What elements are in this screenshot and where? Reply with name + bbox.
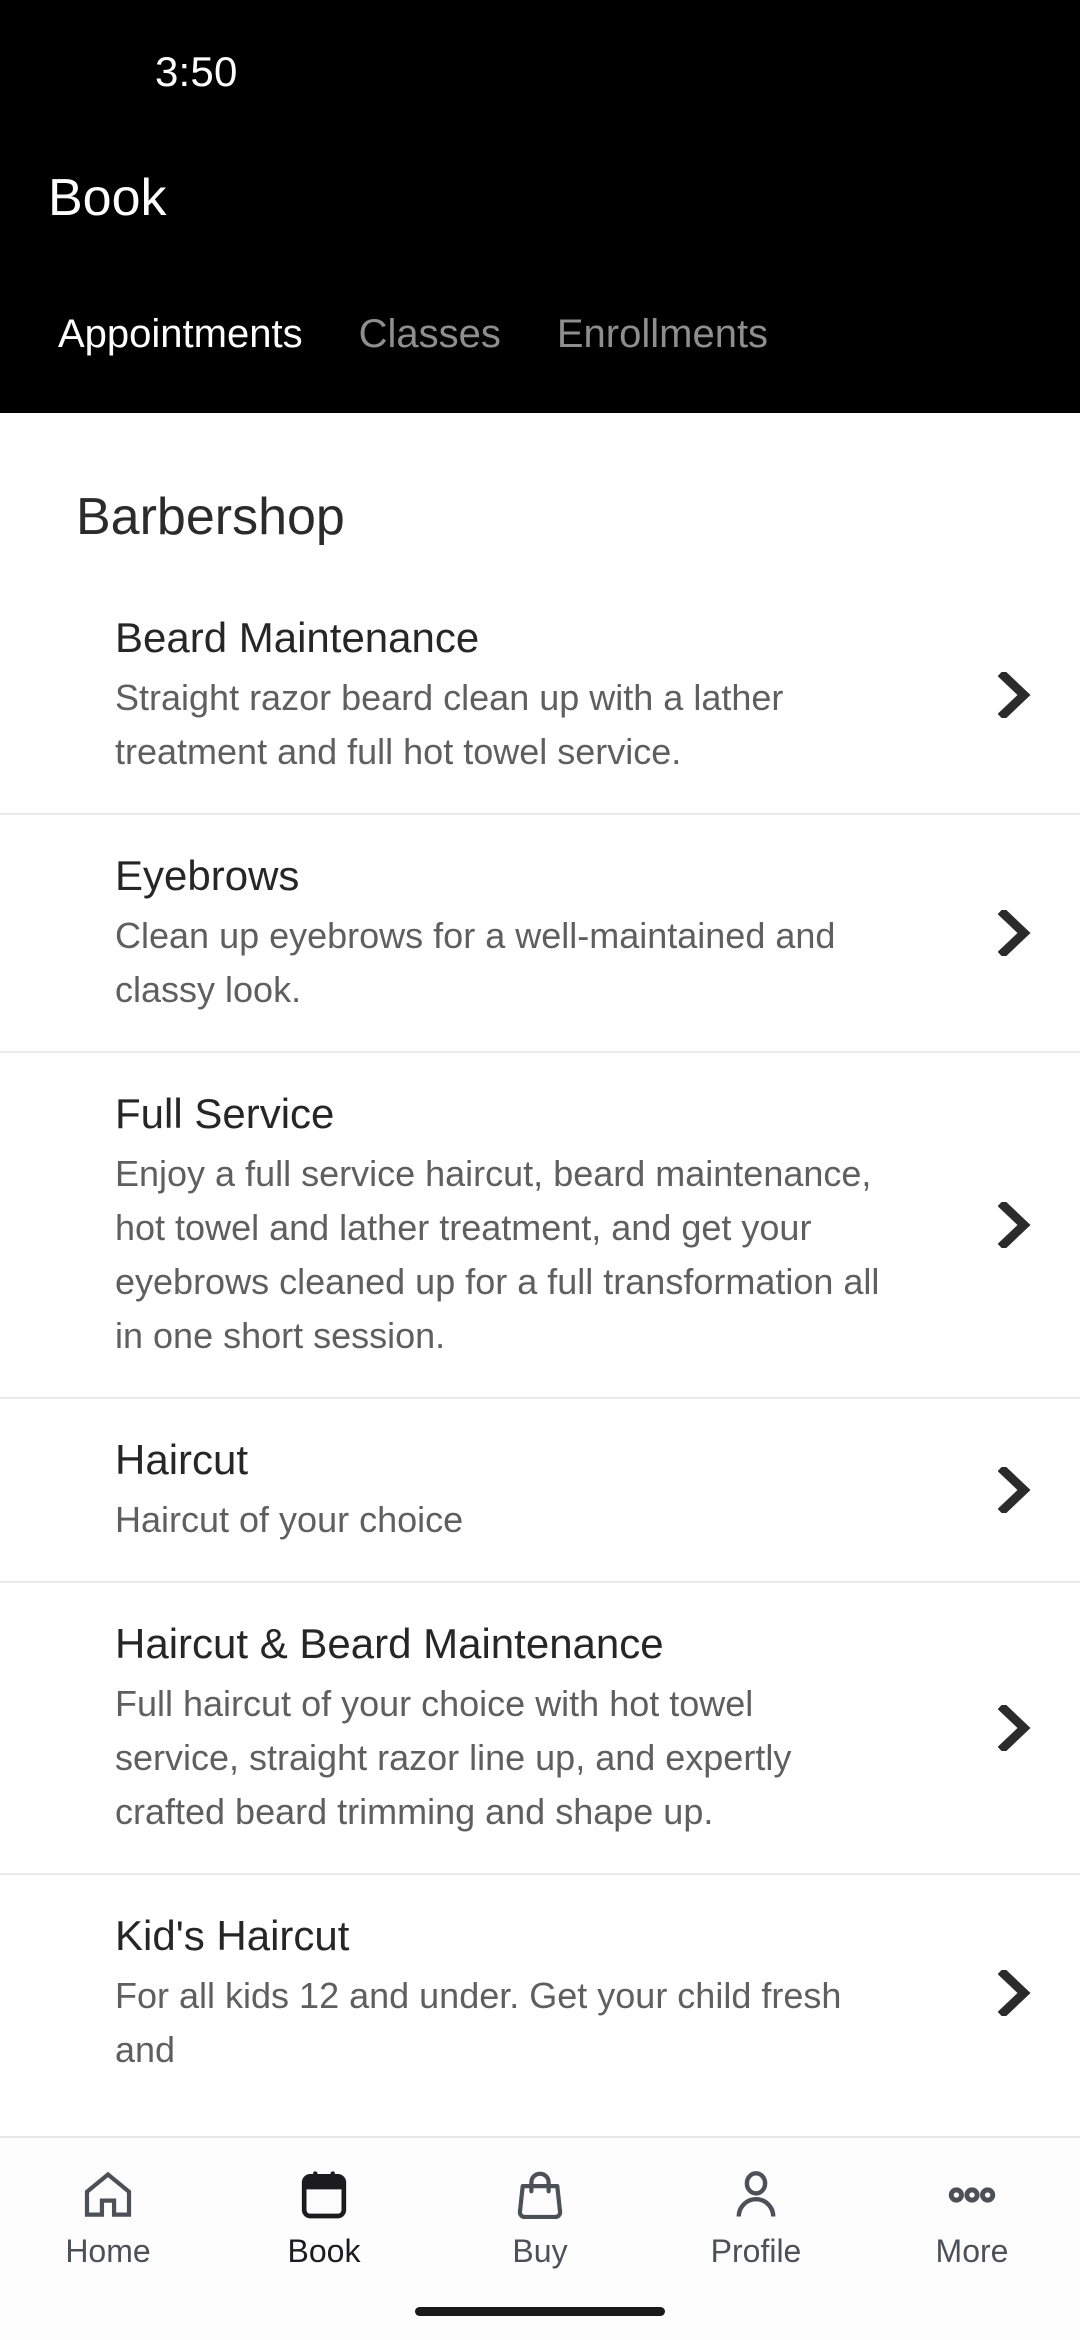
list-item-title: Kid's Haircut	[115, 1912, 350, 1959]
tab-enrollments[interactable]: Enrollments	[529, 310, 796, 358]
tab-classes[interactable]: Classes	[331, 310, 529, 358]
page-title: Book	[48, 169, 167, 227]
list-item-description: Clean up eyebrows for a well-maintained …	[115, 915, 836, 1010]
chevron-right-icon[interactable]	[992, 1467, 1038, 1513]
chevron-right-icon[interactable]	[992, 910, 1038, 956]
list-item-texts: Full Service Enjoy a full service haircu…	[0, 1085, 900, 1363]
app-header: 3:50 Book Appointments Classes Enrollmen…	[0, 0, 1080, 413]
status-bar-clock: 3:50	[155, 48, 238, 95]
nav-item-buy[interactable]: Buy	[432, 2164, 648, 2270]
nav-item-label: Profile	[710, 2233, 802, 2269]
shopping-bag-icon	[509, 2164, 571, 2226]
calendar-icon	[293, 2164, 355, 2226]
nav-item-book[interactable]: Book	[216, 2164, 432, 2270]
service-list-scroll-area[interactable]: Barbershop Beard Maintenance Straight ra…	[0, 413, 1080, 2136]
home-indicator[interactable]	[415, 2307, 665, 2316]
list-item-description: Straight razor beard clean up with a lat…	[115, 677, 784, 772]
list-item-title: Eyebrows	[115, 852, 300, 899]
list-item-description: Enjoy a full service haircut, beard main…	[115, 1153, 880, 1356]
chevron-right-icon[interactable]	[992, 1202, 1038, 1248]
tab-appointments[interactable]: Appointments	[30, 310, 331, 358]
list-item-texts: Beard Maintenance Straight razor beard c…	[0, 609, 900, 779]
tab-bar: Appointments Classes Enrollments	[0, 310, 1080, 413]
list-item[interactable]: Eyebrows Clean up eyebrows for a well-ma…	[0, 813, 1080, 1051]
list-item-title: Haircut & Beard Maintenance	[115, 1620, 664, 1667]
list-item[interactable]: Haircut Haircut of your choice	[0, 1397, 1080, 1581]
nav-item-label: Home	[65, 2233, 151, 2269]
nav-item-label: Buy	[512, 2233, 568, 2269]
list-item[interactable]: Haircut & Beard Maintenance Full haircut…	[0, 1581, 1080, 1873]
service-list: Beard Maintenance Straight razor beard c…	[0, 577, 1080, 2111]
list-item-title: Beard Maintenance	[115, 614, 480, 661]
nav-item-profile[interactable]: Profile	[648, 2164, 864, 2270]
list-item[interactable]: Full Service Enjoy a full service haircu…	[0, 1051, 1080, 1397]
section-title-barbershop: Barbershop	[76, 488, 345, 546]
list-item-texts: Haircut & Beard Maintenance Full haircut…	[0, 1615, 900, 1839]
list-item-texts: Haircut Haircut of your choice	[0, 1431, 900, 1547]
phone-screen: 3:50 Book Appointments Classes Enrollmen…	[0, 0, 1080, 2340]
list-item-title: Haircut	[115, 1436, 249, 1483]
nav-item-label: More	[935, 2233, 1009, 2269]
list-item-title: Full Service	[115, 1090, 335, 1137]
list-item-texts: Kid's Haircut For all kids 12 and under.…	[0, 1907, 900, 2077]
nav-item-label: Book	[287, 2233, 361, 2269]
home-icon	[77, 2164, 139, 2226]
list-item[interactable]: Kid's Haircut For all kids 12 and under.…	[0, 1873, 1080, 2111]
list-item-description: Full haircut of your choice with hot tow…	[115, 1683, 792, 1832]
status-bar: 3:50	[0, 0, 1080, 110]
nav-item-home[interactable]: Home	[0, 2164, 216, 2270]
chevron-right-icon[interactable]	[992, 1705, 1038, 1751]
nav-item-more[interactable]: More	[864, 2164, 1080, 2270]
list-item-description: For all kids 12 and under. Get your chil…	[115, 1975, 842, 2070]
list-item[interactable]: Beard Maintenance Straight razor beard c…	[0, 577, 1080, 813]
person-icon	[725, 2164, 787, 2226]
list-item-texts: Eyebrows Clean up eyebrows for a well-ma…	[0, 847, 900, 1017]
list-item-description: Haircut of your choice	[115, 1499, 464, 1540]
ellipsis-icon	[941, 2164, 1003, 2226]
chevron-right-icon[interactable]	[992, 1970, 1038, 2016]
chevron-right-icon[interactable]	[992, 672, 1038, 718]
